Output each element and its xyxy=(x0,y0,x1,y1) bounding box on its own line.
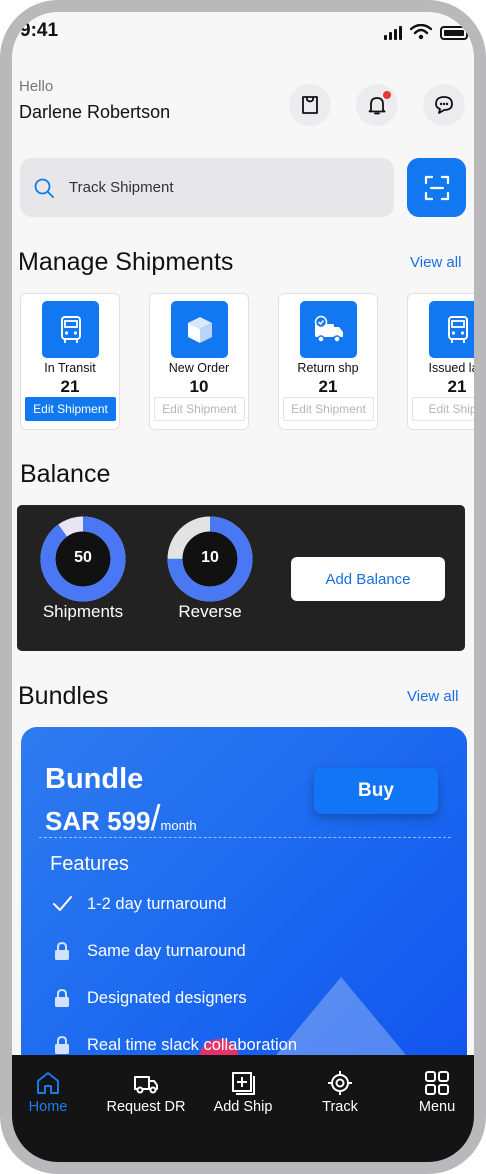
delivery-truck-check-icon xyxy=(300,301,357,358)
bag-button[interactable] xyxy=(289,84,331,126)
truck-front-icon xyxy=(42,301,99,358)
bundles-view-all-link[interactable]: View all xyxy=(407,688,458,705)
signal-icon xyxy=(384,26,402,40)
card-count: 21 xyxy=(60,377,80,396)
nav-label: Home xyxy=(28,1099,68,1115)
nav-track[interactable]: Track xyxy=(295,1069,385,1115)
card-count: 10 xyxy=(189,377,209,396)
edit-shipment-button[interactable]: Edit Shipment xyxy=(283,397,374,421)
card-label: New Order xyxy=(168,361,230,375)
nav-label: Menu xyxy=(418,1099,456,1115)
nav-label: Request DR xyxy=(106,1099,186,1115)
status-bar: 9:41 xyxy=(12,12,474,52)
wifi-icon xyxy=(410,24,432,40)
greeting: Hello xyxy=(19,78,54,95)
buy-button[interactable]: Buy xyxy=(314,768,438,814)
feature-item: 1-2 day turnaround xyxy=(51,893,226,915)
bundle-name: Bundle xyxy=(45,763,144,795)
box-icon xyxy=(171,301,228,358)
edit-shipment-button[interactable]: Edit Shipment xyxy=(154,397,245,421)
user-name: Darlene Robertson xyxy=(19,102,171,122)
card-count: 21 xyxy=(447,377,467,396)
search-input[interactable] xyxy=(69,179,349,196)
features-title: Features xyxy=(50,853,129,875)
device-frame: 9:41 Hello Darlene Robertson Track Shipm… xyxy=(0,0,486,1174)
notifications-button[interactable] xyxy=(356,84,398,126)
card-label: Return shp xyxy=(297,361,359,375)
notification-dot xyxy=(383,91,391,99)
edit-shipment-button[interactable]: Edit Shipment xyxy=(25,397,116,421)
lock-icon xyxy=(55,1035,69,1054)
nav-label: Add Ship xyxy=(213,1099,273,1115)
add-box-icon xyxy=(232,1072,255,1095)
nav-add-ship[interactable]: Add Ship xyxy=(198,1069,288,1115)
manage-shipments-title: Manage Shipments xyxy=(18,248,234,276)
balance-panel: 50 Shipments 10 Reverse Add Balance xyxy=(17,505,465,651)
lock-icon xyxy=(55,988,69,1007)
shipment-card-issued[interactable]: Issued lab 21 Edit Shipm xyxy=(407,293,474,430)
price-period: month xyxy=(160,818,197,833)
bottom-nav: Home Request DR Add Ship Track Menu xyxy=(12,1055,474,1162)
check-icon xyxy=(53,896,72,911)
shipment-card-return[interactable]: Return shp 21 Edit Shipment xyxy=(278,293,378,430)
shipment-card-new-order[interactable]: New Order 10 Edit Shipment xyxy=(149,293,249,430)
reverse-label: Reverse xyxy=(178,602,242,621)
bundle-price: SAR 599/month xyxy=(45,797,197,839)
app-screen: 9:41 Hello Darlene Robertson Track Shipm… xyxy=(12,12,474,1162)
nav-label: Track xyxy=(322,1099,358,1115)
reverse-value: 10 xyxy=(201,549,219,566)
price-slash: / xyxy=(150,797,161,838)
shipment-cards: In Transit 21 Edit Shipment New Order 10… xyxy=(20,293,474,433)
target-icon xyxy=(328,1071,352,1095)
nav-home[interactable]: Home xyxy=(12,1069,93,1115)
price-amount: SAR 599 xyxy=(45,806,151,836)
bundles-title: Bundles xyxy=(18,682,109,710)
status-time: 9:41 xyxy=(20,20,59,41)
feature-item: Real time slack collaboration xyxy=(51,1034,297,1056)
balance-title: Balance xyxy=(20,460,111,488)
card-label: In Transit xyxy=(44,361,96,375)
nav-menu[interactable]: Menu xyxy=(392,1069,474,1115)
feature-text: Real time slack collaboration xyxy=(87,1035,298,1054)
feature-text: Same day turnaround xyxy=(87,941,246,960)
feature-item: Same day turnaround xyxy=(51,940,246,962)
lock-icon xyxy=(55,941,69,960)
edit-shipment-button[interactable]: Edit Shipm xyxy=(412,397,474,421)
shipment-card-in-transit[interactable]: In Transit 21 Edit Shipment xyxy=(20,293,120,430)
add-balance-button[interactable]: Add Balance xyxy=(291,557,445,601)
truck-icon xyxy=(134,1076,158,1094)
battery-icon xyxy=(440,26,468,40)
manage-view-all-link[interactable]: View all xyxy=(410,254,461,271)
scan-icon xyxy=(424,175,449,200)
card-count: 21 xyxy=(318,377,338,396)
chat-icon xyxy=(435,96,453,114)
divider xyxy=(39,837,451,838)
shipments-value: 50 xyxy=(74,549,92,566)
scan-button[interactable] xyxy=(407,158,466,217)
feature-item: Designated designers xyxy=(51,987,247,1009)
chat-button[interactable] xyxy=(423,84,465,126)
truck-front-icon xyxy=(429,301,474,358)
feature-text: 1-2 day turnaround xyxy=(87,894,227,913)
home-icon xyxy=(37,1072,59,1094)
card-label: Issued lab xyxy=(428,361,475,375)
shipments-label: Shipments xyxy=(42,602,124,621)
feature-text: Designated designers xyxy=(87,988,247,1007)
search-icon xyxy=(34,178,54,198)
status-icons xyxy=(384,24,468,40)
search-bar[interactable] xyxy=(20,158,394,217)
nav-request-dr[interactable]: Request DR xyxy=(101,1069,191,1115)
shopping-bag-icon xyxy=(302,96,318,114)
grid-icon xyxy=(425,1071,449,1095)
